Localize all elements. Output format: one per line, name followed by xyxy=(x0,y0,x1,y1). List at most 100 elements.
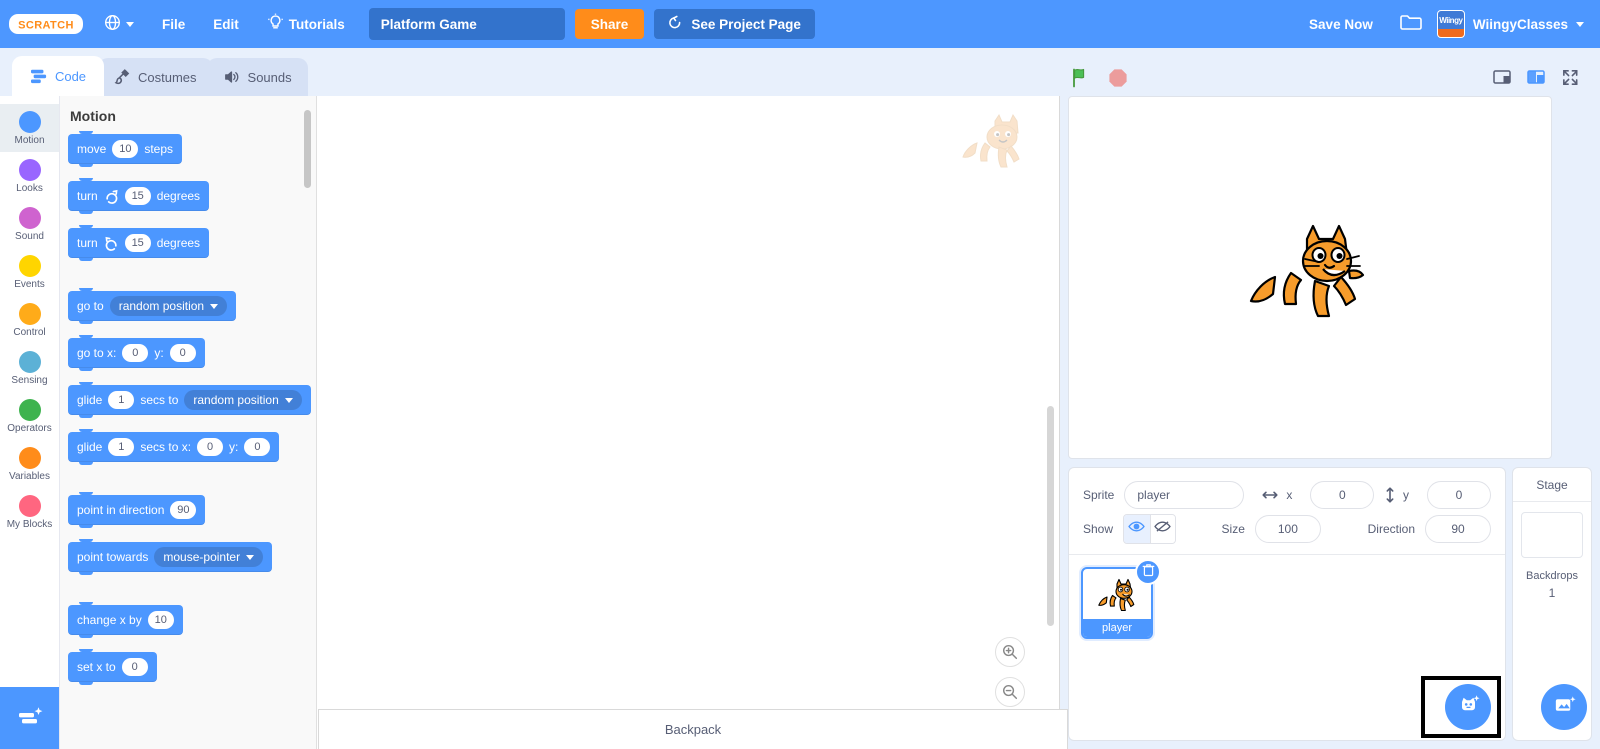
block-change-x-by[interactable]: change x by 10 xyxy=(68,602,183,638)
show-hidden-button[interactable] xyxy=(1149,515,1176,543)
block-number-input[interactable]: 1 xyxy=(108,438,135,456)
block-number-input[interactable]: 15 xyxy=(124,187,151,205)
block-palette-inner: Motion move 10 steps turn 15 degrees tur… xyxy=(60,96,316,699)
sidebar-item-operators[interactable]: Operators xyxy=(0,392,59,440)
block-number-input[interactable]: 0 xyxy=(121,658,148,676)
block-glide-secs-to-xy[interactable]: glide 1 secs to x: 0 y: 0 xyxy=(68,429,280,465)
block-point-towards[interactable]: point towards mouse-pointer xyxy=(68,539,273,575)
share-button[interactable]: Share xyxy=(574,9,645,39)
language-menu[interactable] xyxy=(90,0,148,48)
edit-menu[interactable]: Edit xyxy=(199,0,253,48)
tutorials-menu[interactable]: Tutorials xyxy=(253,0,359,48)
backdrops-count: 1 xyxy=(1548,586,1556,600)
lightbulb-icon xyxy=(267,13,284,35)
backpack-label: Backpack xyxy=(664,722,722,737)
stage-sprite-player[interactable] xyxy=(1245,221,1365,336)
green-flag-icon[interactable] xyxy=(1069,66,1093,90)
sidebar-item-my-blocks[interactable]: My Blocks xyxy=(0,488,59,536)
block-text: go to xyxy=(77,299,104,313)
sidebar-item-sound[interactable]: Sound xyxy=(0,200,59,248)
direction-input[interactable] xyxy=(1425,515,1491,543)
small-stage-button[interactable] xyxy=(1486,62,1518,92)
block-row: glide 1 secs to random position xyxy=(68,382,316,432)
zoom-in-button[interactable] xyxy=(995,637,1025,667)
choose-a-backdrop-button[interactable] xyxy=(1541,684,1587,730)
sidebar-item-looks[interactable]: Looks xyxy=(0,152,59,200)
stage-pane-title: Stage xyxy=(1513,468,1591,502)
delete-sprite-button[interactable] xyxy=(1135,559,1161,585)
account-menu[interactable]: Wiingy WiingyClasses xyxy=(1436,10,1600,38)
zoom-out-button[interactable] xyxy=(995,677,1025,707)
see-project-page-label: See Project Page xyxy=(691,16,801,32)
block-set-x-to[interactable]: set x to 0 xyxy=(68,649,157,685)
block-number-input[interactable]: 0 xyxy=(197,438,224,456)
variables-dot-icon xyxy=(18,446,41,469)
size-label: Size xyxy=(1221,522,1245,536)
size-input[interactable] xyxy=(1254,515,1321,543)
sidebar-item-variables[interactable]: Variables xyxy=(0,440,59,488)
scratch-logo[interactable]: SCRATCH xyxy=(8,11,84,37)
paintbrush-icon xyxy=(114,68,131,86)
block-glide-secs-to[interactable]: glide 1 secs to random position xyxy=(68,382,311,418)
block-go-to-xy[interactable]: go to x: 0 y: 0 xyxy=(68,335,205,371)
sidebar-item-control[interactable]: Control xyxy=(0,296,59,344)
menu-bar: SCRATCH File Edit Tutorials Share xyxy=(0,0,1600,48)
tab-code[interactable]: Code xyxy=(12,56,104,96)
sidebar-item-label: Motion xyxy=(14,134,45,146)
block-number-input[interactable]: 1 xyxy=(108,391,135,409)
block-text: point towards xyxy=(77,550,149,564)
add-extension-button[interactable] xyxy=(0,687,59,749)
chevron-down-icon xyxy=(284,397,293,403)
block-number-input[interactable]: 0 xyxy=(244,438,271,456)
sidebar-item-sensing[interactable]: Sensing xyxy=(0,344,59,392)
block-turn-left-degrees[interactable]: turn 15 degrees xyxy=(68,225,210,261)
tab-costumes[interactable]: Costumes xyxy=(98,58,213,96)
block-turn-right-degrees[interactable]: turn 15 degrees xyxy=(68,178,210,214)
block-dropdown[interactable]: random position xyxy=(109,296,228,316)
avatar: Wiingy xyxy=(1436,10,1465,38)
block-palette[interactable]: Motion move 10 steps turn 15 degrees tur… xyxy=(60,96,317,749)
tab-sounds[interactable]: Sounds xyxy=(206,58,308,96)
code-canvas[interactable] xyxy=(317,96,1060,749)
sprite-name-input[interactable] xyxy=(1124,481,1245,509)
block-number-input[interactable]: 15 xyxy=(124,234,151,252)
stage-and-sprite-column: Sprite x xyxy=(1060,96,1600,749)
eye-slash-icon xyxy=(1154,520,1172,538)
sidebar-item-motion[interactable]: Motion xyxy=(0,104,59,152)
block-point-in-direction[interactable]: point in direction 90 xyxy=(68,492,206,528)
stage[interactable] xyxy=(1068,96,1552,459)
y-position-input[interactable] xyxy=(1427,481,1491,509)
block-dropdown[interactable]: random position xyxy=(184,390,302,410)
block-text: turn xyxy=(77,189,98,203)
trash-icon xyxy=(1142,563,1155,582)
block-number-input[interactable]: 10 xyxy=(147,611,174,629)
sidebar-item-events[interactable]: Events xyxy=(0,248,59,296)
project-title-input[interactable] xyxy=(368,8,565,40)
canvas-vertical-scrollbar[interactable] xyxy=(1047,406,1054,626)
save-now-button[interactable]: Save Now xyxy=(1297,0,1385,48)
block-dropdown[interactable]: mouse-pointer xyxy=(154,547,264,567)
sprite-tile-player[interactable]: player xyxy=(1081,559,1161,639)
choose-a-sprite-button[interactable] xyxy=(1445,684,1491,730)
block-number-input[interactable]: 0 xyxy=(122,344,149,362)
x-position-input[interactable] xyxy=(1310,481,1375,509)
block-number-input[interactable]: 0 xyxy=(169,344,196,362)
block-move-steps[interactable]: move 10 steps xyxy=(68,131,183,167)
fullscreen-button[interactable] xyxy=(1554,62,1586,92)
direction-label: Direction xyxy=(1367,522,1415,536)
show-visible-button[interactable] xyxy=(1124,515,1150,543)
large-stage-button[interactable] xyxy=(1520,62,1552,92)
block-text: y: xyxy=(229,440,239,454)
block-go-to[interactable]: go to random position xyxy=(68,288,237,324)
palette-scrollbar[interactable] xyxy=(304,110,311,188)
sprite-tile-label: player xyxy=(1083,619,1151,637)
see-project-page-button[interactable]: See Project Page xyxy=(654,9,815,39)
stop-sign-icon[interactable] xyxy=(1107,67,1129,89)
sidebar-item-label: Events xyxy=(14,278,45,290)
file-menu[interactable]: File xyxy=(148,0,199,48)
my-stuff-button[interactable] xyxy=(1385,12,1437,37)
block-number-input[interactable]: 10 xyxy=(112,140,139,158)
block-number-input[interactable]: 90 xyxy=(170,501,197,519)
backpack-panel[interactable]: Backpack xyxy=(318,709,1068,749)
stage-thumbnail[interactable] xyxy=(1521,512,1583,558)
